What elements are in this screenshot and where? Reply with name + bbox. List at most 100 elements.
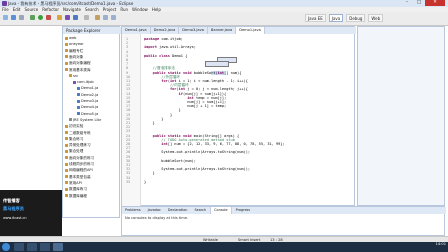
new-java-project-icon[interactable]	[57, 15, 62, 20]
tree-item[interactable]: 初识实验	[65, 124, 83, 128]
folder-icon	[73, 80, 76, 84]
tree-item-label: 基本类型包装	[69, 174, 91, 179]
folder-icon	[65, 181, 68, 185]
tree-item[interactable]: src	[69, 74, 78, 78]
code-line: System.out.println(Arrays.toString(num))…	[144, 150, 251, 155]
tree-item[interactable]: web	[65, 36, 76, 40]
save-icon[interactable]	[11, 15, 16, 20]
taskbar-clock: 14:01	[435, 242, 446, 246]
annotation-icon[interactable]	[95, 15, 100, 20]
tree-item[interactable]: 网络编程的API	[65, 168, 93, 172]
tree-item[interactable]: Demo5.ja	[77, 112, 98, 116]
folder-icon	[65, 61, 68, 65]
tree-item[interactable]: 面向对象的练习	[65, 156, 94, 160]
perspective-switcher: Java EE Java Debug Web	[305, 14, 384, 22]
tab-problems[interactable]: Problems	[122, 207, 144, 214]
tree-item[interactable]: 面向对象	[65, 55, 83, 59]
tree-item-label: Demo4.ja	[81, 105, 99, 110]
tree-item-label: 异常处理练习	[69, 143, 91, 148]
tree-item[interactable]: Demo2.ja	[77, 93, 98, 97]
editor-tab[interactable]: Demo1.java	[122, 27, 151, 34]
tab-console[interactable]: Console	[210, 207, 232, 214]
tree-item[interactable]: 集合处理	[65, 149, 83, 153]
tree-item-label: 网络编程的API	[69, 168, 93, 173]
tab-declaration[interactable]: Declaration	[165, 207, 191, 214]
external-tools-icon[interactable]	[46, 15, 51, 20]
tree-item-label: 编程专栏	[69, 48, 84, 53]
tree-item[interactable]: 常用基本类库	[65, 68, 91, 72]
taskbar-app-icon[interactable]	[27, 243, 37, 251]
code-line: }	[144, 179, 147, 184]
outline-panel	[357, 26, 445, 206]
tab-javadoc[interactable]: Javadoc	[145, 207, 164, 214]
tree-item-label: 集合练习	[69, 136, 84, 141]
console-tabs: Problems Javadoc Declaration Search Cons…	[122, 207, 446, 214]
package-explorer-tab[interactable]: Package Explorer	[63, 27, 121, 34]
folder-icon	[69, 118, 72, 122]
folder-icon	[65, 42, 68, 46]
folder-icon	[77, 112, 80, 116]
folder-icon	[77, 99, 80, 103]
package-explorer-label: Package Explorer	[66, 28, 101, 33]
tree-item-label: 初识实验	[69, 124, 84, 129]
editor-tab[interactable]: Demo2.java	[151, 27, 180, 34]
editor-tab[interactable]: Demo3.java	[179, 27, 208, 34]
line-number: 35	[126, 179, 131, 184]
taskbar-eclipse-icon[interactable]	[53, 243, 63, 251]
tree-item[interactable]: 数据库练习	[65, 187, 87, 191]
code-line: }	[144, 121, 155, 125]
code-editor: Demo1.java Demo2.java Demo3.java Banner.…	[121, 26, 356, 206]
maximize-button[interactable]: □	[413, 0, 425, 6]
tree-item[interactable]: Demo1.ja	[77, 86, 98, 90]
tree-item[interactable]: 编程专栏	[65, 49, 83, 53]
tree-item[interactable]: oneyear	[65, 42, 84, 46]
perspective-debug[interactable]: Debug	[346, 14, 366, 22]
tree-item[interactable]: JRE System Libr	[69, 118, 101, 122]
taskbar-app-icon[interactable]	[40, 243, 50, 251]
tree-item-label: 常用API	[69, 180, 82, 185]
tab-progress[interactable]: Progress	[233, 207, 253, 214]
new-class-icon[interactable]	[73, 15, 78, 20]
tree-item[interactable]: 数据库编程	[65, 194, 87, 198]
minimize-button[interactable]: –	[401, 0, 413, 6]
tree-item[interactable]: 异常处理练习	[65, 143, 91, 147]
code-line: package com.itjob;	[144, 37, 183, 41]
editor-tab-active[interactable]: Demo1.java	[236, 27, 265, 34]
tree-item[interactable]: 常用API	[65, 181, 82, 185]
perspective-java[interactable]: Java	[328, 14, 344, 22]
folder-icon	[65, 131, 68, 134]
perspective-web[interactable]: Web	[368, 14, 384, 22]
tree-item[interactable]: 集合练习	[65, 137, 83, 141]
close-button[interactable]: ✕	[425, 0, 445, 6]
start-button[interactable]	[2, 243, 10, 251]
forward-icon[interactable]	[111, 15, 116, 20]
tree-item[interactable]: 线程同步的练习	[65, 162, 94, 166]
debug-icon[interactable]	[30, 15, 35, 20]
code-line: bubbleSort(num);	[144, 158, 196, 163]
thumbnail-line: 黑马程序员	[3, 206, 24, 211]
back-icon[interactable]	[103, 15, 108, 20]
tree-item-label: Demo5.ja	[81, 111, 99, 116]
new-package-icon[interactable]	[65, 15, 70, 20]
tree-item[interactable]: Demo4.ja	[77, 105, 98, 109]
folder-icon	[65, 68, 68, 71]
search-icon[interactable]	[84, 15, 89, 20]
editor-tab[interactable]: Banner.java	[208, 27, 237, 34]
print-icon[interactable]	[19, 15, 24, 20]
folder-icon	[65, 49, 68, 53]
taskbar-app-icon[interactable]	[14, 243, 24, 251]
code-line: System.out.println(Arrays.toString(num))…	[144, 167, 251, 172]
run-icon[interactable]	[38, 15, 43, 20]
tab-search[interactable]: Search	[191, 207, 209, 214]
tree-item[interactable]: Demo3.ja	[77, 99, 98, 103]
tree-item[interactable]: 基本类型包装	[65, 175, 91, 179]
console-message: No consoles to display at this time.	[125, 216, 189, 220]
tree-item[interactable]: 二维数组专练	[65, 131, 91, 135]
folder-icon	[65, 55, 68, 59]
tree-item-label: 面向对象的练习	[69, 155, 95, 160]
tree-item[interactable]: com.itjob	[73, 80, 94, 84]
tree-item[interactable]: 面向对象编程	[65, 61, 91, 65]
perspective-java-ee[interactable]: Java EE	[305, 14, 326, 22]
tree-item-label: Demo1.ja	[81, 86, 99, 91]
new-icon[interactable]	[3, 15, 8, 20]
